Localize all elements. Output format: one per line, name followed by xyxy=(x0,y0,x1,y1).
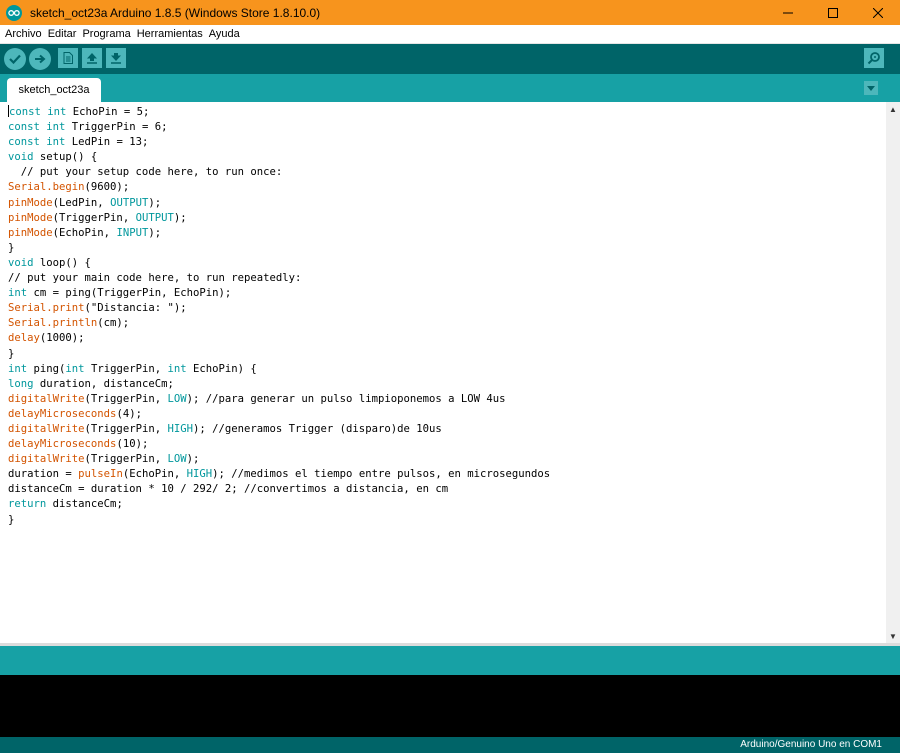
code-line[interactable]: void loop() { xyxy=(8,256,550,271)
code-line[interactable]: distanceCm = duration * 10 / 292/ 2; //c… xyxy=(8,482,550,497)
code-line[interactable]: delay(1000); xyxy=(8,331,550,346)
code-line[interactable]: const int TriggerPin = 6; xyxy=(8,120,550,135)
magnifier-icon xyxy=(867,52,880,65)
code-line[interactable]: // put your setup code here, to run once… xyxy=(8,165,550,180)
code-editor[interactable]: const int EchoPin = 5; const int TriggerP… xyxy=(0,102,900,643)
board-status-bar: Arduino/Genuino Uno en COM1 xyxy=(0,737,900,753)
console-output[interactable] xyxy=(0,675,900,737)
title-bar: sketch_oct23a Arduino 1.8.5 (Windows Sto… xyxy=(0,0,900,25)
code-line[interactable]: int cm = ping(TriggerPin, EchoPin); xyxy=(8,286,550,301)
verify-button[interactable] xyxy=(4,48,26,70)
arrow-down-icon xyxy=(111,53,121,64)
tab-bar: sketch_oct23a xyxy=(0,74,900,102)
document-icon xyxy=(63,52,73,64)
code-line[interactable]: pinMode(LedPin, OUTPUT); xyxy=(8,196,550,211)
code-line[interactable]: // put your main code here, to run repea… xyxy=(8,271,550,286)
new-sketch-button[interactable] xyxy=(58,48,78,68)
code-line[interactable]: long duration, distanceCm; xyxy=(8,377,550,392)
tab-sketch[interactable]: sketch_oct23a xyxy=(7,78,101,102)
menu-ayuda[interactable]: Ayuda xyxy=(206,28,243,40)
code-text[interactable]: const int EchoPin = 5; const int TriggerP… xyxy=(8,105,550,528)
code-line[interactable]: digitalWrite(TriggerPin, LOW); xyxy=(8,452,550,467)
arrow-right-icon xyxy=(35,54,46,64)
code-line[interactable]: delayMicroseconds(10); xyxy=(8,437,550,452)
code-line[interactable]: pinMode(EchoPin, INPUT); xyxy=(8,226,550,241)
code-line[interactable]: int ping(int TriggerPin, int EchoPin) { xyxy=(8,362,550,377)
code-line[interactable]: delayMicroseconds(4); xyxy=(8,407,550,422)
upload-button[interactable] xyxy=(29,48,51,70)
code-line[interactable]: Serial.print("Distancia: "); xyxy=(8,301,550,316)
serial-monitor-button[interactable] xyxy=(864,48,884,68)
status-bar xyxy=(0,643,900,675)
code-line[interactable]: } xyxy=(8,347,550,362)
code-line[interactable]: const int EchoPin = 5; xyxy=(8,105,550,120)
code-line[interactable]: Serial.begin(9600); xyxy=(8,180,550,195)
close-button[interactable] xyxy=(855,0,900,25)
maximize-button[interactable] xyxy=(810,0,855,25)
code-line[interactable]: } xyxy=(8,241,550,256)
scroll-down-icon[interactable]: ▼ xyxy=(886,629,900,643)
menu-programa[interactable]: Programa xyxy=(79,28,133,40)
code-line[interactable]: void setup() { xyxy=(8,150,550,165)
arrow-up-icon xyxy=(87,53,97,64)
menu-herramientas[interactable]: Herramientas xyxy=(134,28,206,40)
code-line[interactable]: Serial.println(cm); xyxy=(8,316,550,331)
menu-bar: Archivo Editar Programa Herramientas Ayu… xyxy=(0,25,900,44)
code-line[interactable]: return distanceCm; xyxy=(8,497,550,512)
menu-archivo[interactable]: Archivo xyxy=(2,28,45,40)
code-line[interactable]: } xyxy=(8,513,550,528)
vertical-scrollbar[interactable]: ▲ ▼ xyxy=(886,102,900,643)
toolbar xyxy=(0,44,900,74)
open-button[interactable] xyxy=(82,48,102,68)
code-line[interactable]: digitalWrite(TriggerPin, HIGH); //genera… xyxy=(8,422,550,437)
window-title: sketch_oct23a Arduino 1.8.5 (Windows Sto… xyxy=(30,5,321,20)
save-button[interactable] xyxy=(106,48,126,68)
menu-editar[interactable]: Editar xyxy=(45,28,80,40)
tab-menu-button[interactable] xyxy=(864,81,878,95)
arduino-logo-icon xyxy=(6,4,22,21)
chevron-down-icon xyxy=(867,85,875,91)
code-line[interactable]: digitalWrite(TriggerPin, LOW); //para ge… xyxy=(8,392,550,407)
code-line[interactable]: pinMode(TriggerPin, OUTPUT); xyxy=(8,211,550,226)
minimize-button[interactable] xyxy=(765,0,810,25)
scroll-up-icon[interactable]: ▲ xyxy=(886,102,900,116)
check-icon xyxy=(9,54,21,64)
board-port-label: Arduino/Genuino Uno en COM1 xyxy=(740,739,882,750)
code-line[interactable]: const int LedPin = 13; xyxy=(8,135,550,150)
code-line[interactable]: duration = pulseIn(EchoPin, HIGH); //med… xyxy=(8,467,550,482)
